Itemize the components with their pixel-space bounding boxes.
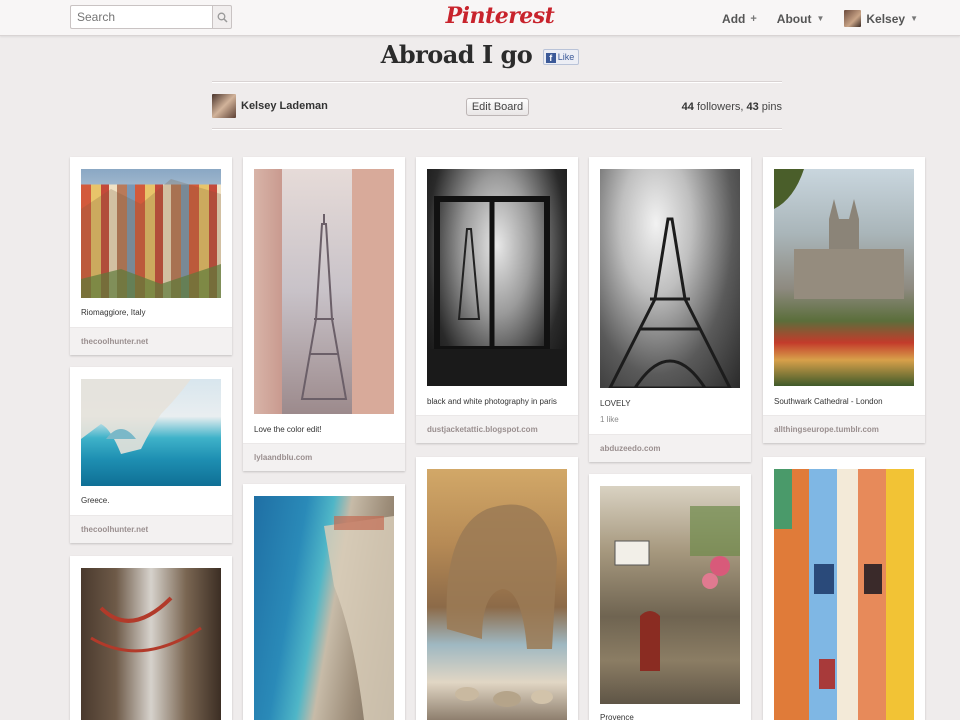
divider (212, 128, 782, 130)
pin-card[interactable]: Love the color edit! lylaandblu.com (243, 157, 405, 471)
search-icon (217, 12, 228, 23)
pin-card[interactable]: LOVELY 1 like abduzeedo.com (589, 157, 751, 462)
pin-image[interactable] (254, 496, 394, 720)
pins-label: pins (758, 101, 782, 113)
owner-avatar[interactable] (212, 94, 236, 118)
board-title-row: Abroad I go f Like (0, 40, 960, 69)
pin-image[interactable] (600, 486, 740, 704)
plus-icon: + (750, 12, 757, 25)
pin-source[interactable]: allthingseurope.tumblr.com (763, 415, 925, 443)
pin-source[interactable]: abduzeedo.com (589, 434, 751, 462)
pin-description: Love the color edit! (254, 425, 322, 434)
pins-count: 43 (746, 101, 759, 113)
pin-source[interactable]: thecoolhunter.net (70, 515, 232, 543)
pin-image[interactable] (81, 379, 221, 486)
search-box (70, 5, 232, 29)
user-menu[interactable]: Kelsey ▼ (844, 10, 918, 27)
pin-image[interactable] (81, 169, 221, 298)
pin-image[interactable] (600, 169, 740, 388)
board-title: Abroad I go (380, 40, 533, 69)
like-label: Like (557, 51, 575, 62)
pin-image[interactable] (774, 169, 914, 386)
pin-image[interactable] (427, 469, 567, 720)
top-bar: Pinterest Add + About ▼ Kelsey ▼ (0, 0, 960, 36)
divider (212, 81, 782, 83)
facebook-like-button[interactable]: f Like (542, 48, 580, 65)
pin-card[interactable] (243, 484, 405, 720)
pin-description: Riomaggiore, Italy (81, 308, 146, 317)
pin-description: Southwark Cathedral - London (774, 397, 883, 406)
add-menu-label: Add (722, 11, 746, 26)
pin-card[interactable]: Southwark Cathedral - London allthingseu… (763, 157, 925, 443)
chevron-down-icon: ▼ (816, 14, 825, 23)
pin-source[interactable]: thecoolhunter.net (70, 327, 232, 355)
pin-image[interactable] (81, 568, 221, 720)
followers-count[interactable]: 44 (682, 101, 694, 113)
pin-card[interactable]: Greece. thecoolhunter.net (70, 367, 232, 543)
search-button[interactable] (212, 5, 232, 29)
pin-image[interactable] (254, 169, 394, 414)
pin-like-count[interactable]: 1 like (600, 415, 619, 424)
pin-card[interactable]: Riomaggiore, Italy thecoolhunter.net (70, 157, 232, 355)
pin-description: Greece. (81, 496, 110, 505)
pinterest-logo[interactable]: Pinterest (440, 3, 560, 29)
pin-description: black and white photography in paris (427, 397, 557, 406)
edit-board-button[interactable]: Edit Board (466, 98, 529, 116)
add-menu[interactable]: Add + (722, 12, 757, 26)
pin-source[interactable]: lylaandblu.com (243, 443, 405, 471)
pin-card[interactable] (416, 457, 578, 720)
owner-name[interactable]: Kelsey Lademan (241, 100, 328, 112)
pin-image[interactable] (774, 469, 914, 720)
pin-description: LOVELY (600, 399, 631, 408)
pin-card[interactable]: Provence (589, 474, 751, 720)
followers-label: followers, (693, 101, 747, 113)
pin-image[interactable] (427, 169, 567, 386)
about-menu-label: About (776, 11, 812, 26)
user-avatar (844, 10, 862, 27)
pin-source[interactable]: dustjacketattic.blogspot.com (416, 415, 578, 443)
search-input[interactable] (70, 5, 212, 29)
user-menu-label: Kelsey (866, 11, 906, 26)
board-stats: 44 followers, 43 pins (682, 101, 782, 113)
pin-card[interactable] (763, 457, 925, 720)
pin-card[interactable]: black and white photography in paris dus… (416, 157, 578, 443)
main-nav: Add + About ▼ Kelsey ▼ (702, 10, 918, 27)
about-menu[interactable]: About ▼ (777, 12, 825, 26)
pin-card[interactable] (70, 556, 232, 720)
chevron-down-icon: ▼ (910, 14, 918, 23)
facebook-icon: f (545, 52, 556, 63)
pin-description: Provence (600, 713, 634, 720)
